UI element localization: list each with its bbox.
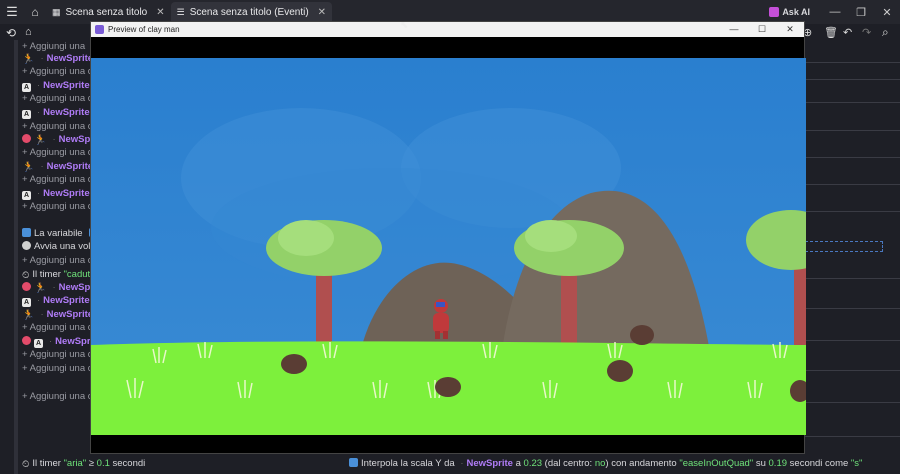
close-icon[interactable]: ✕ [318, 7, 326, 18]
row-divider [805, 370, 900, 371]
undo-icon[interactable]: ↶ [843, 26, 852, 39]
add-condition-link[interactable]: + Aggiungi una c [22, 390, 93, 403]
events-icon: ☰ [176, 6, 185, 17]
mouse-cursor-icon: ⬉ [400, 20, 409, 31]
row-divider [805, 308, 900, 309]
timer-icon: ⏲ [22, 270, 30, 281]
event-gutter [14, 40, 18, 474]
run-icon: 🏃 [34, 135, 47, 146]
row-divider [805, 62, 900, 63]
stone [607, 360, 633, 382]
condition-row[interactable]: 🏃·NewSprite s [22, 308, 100, 321]
condition-row[interactable]: A·NewSprite h [22, 187, 98, 200]
close-icon[interactable]: ✕ [776, 24, 804, 35]
search-icon[interactable]: ⌕ [882, 25, 889, 40]
condition-row[interactable]: A·NewSprite h [22, 294, 98, 307]
row-divider [805, 130, 900, 131]
stone [281, 354, 307, 374]
close-window-icon[interactable]: ✕ [874, 6, 900, 19]
add-condition-link[interactable]: + Aggiungi una c [22, 362, 93, 375]
tab-scene-label: Scena senza titolo [65, 6, 148, 18]
invert-icon [22, 282, 31, 291]
stone [435, 377, 461, 397]
menu-icon[interactable]: ☰ [0, 4, 24, 20]
player-sprite [433, 299, 449, 339]
row-divider [805, 340, 900, 341]
condition-row[interactable]: A·NewSprite h [22, 79, 98, 92]
history-icon[interactable]: ⟲ [6, 26, 16, 40]
preview-window[interactable]: Preview of clay man — ☐ ✕ [90, 21, 806, 454]
add-condition-link[interactable]: + Aggiungi una c [22, 120, 93, 133]
maximize-icon[interactable]: ☐ [748, 24, 776, 35]
condition-row[interactable]: Avvia una volta [22, 240, 98, 253]
ai-icon [769, 7, 780, 17]
close-icon[interactable]: ✕ [156, 7, 164, 18]
add-condition-link[interactable]: + Aggiungi una c [22, 92, 93, 105]
row-divider [805, 278, 900, 279]
info-icon [22, 241, 31, 250]
minimize-icon[interactable]: — [822, 6, 848, 18]
condition-row[interactable]: ⏲ Il timer "caduta" [22, 268, 99, 281]
text-icon: A [22, 298, 31, 307]
text-icon: A [22, 110, 31, 119]
timer-icon: ⏲ [22, 459, 30, 470]
run-icon: 🏃 [22, 162, 35, 173]
trash-icon[interactable]: 🗑 [824, 26, 838, 39]
tab-events-label: Scena senza titolo (Eventi) [189, 6, 309, 18]
home-icon[interactable]: ⌂ [24, 5, 46, 19]
add-condition-link[interactable]: + Aggiungi una c [22, 254, 93, 267]
game-canvas[interactable] [91, 58, 806, 435]
add-condition-link[interactable]: + Aggiungi una c [22, 146, 93, 159]
row-divider [805, 102, 900, 103]
selected-row-outline [805, 241, 883, 252]
redo-icon[interactable]: ↷ [862, 26, 871, 39]
tween-action[interactable]: Interpola la scala Y da · NewSprite a 0.2… [349, 457, 862, 470]
row-divider [805, 157, 900, 158]
add-condition-link[interactable]: + Aggiungi una c [22, 200, 93, 213]
ask-ai-button[interactable]: Ask AI [769, 7, 810, 17]
game-scene [91, 58, 806, 435]
run-icon: 🏃 [22, 54, 35, 65]
app-icon [95, 25, 104, 34]
invert-icon [22, 336, 31, 345]
open-scene-icon[interactable]: ⌂ [25, 26, 32, 38]
row-divider [805, 402, 900, 403]
condition-row[interactable]: A·NewSprite h [22, 106, 98, 119]
row-divider [805, 184, 900, 185]
scene-icon: ▦ [52, 6, 61, 17]
tween-icon [349, 458, 358, 467]
variable-icon [22, 228, 31, 237]
preview-title-bar[interactable]: Preview of clay man — ☐ ✕ [91, 22, 804, 37]
stone [630, 325, 654, 345]
text-icon: A [22, 191, 31, 200]
invert-icon [22, 134, 31, 143]
text-icon: A [34, 339, 43, 348]
timer-condition[interactable]: ⏲ Il timer "aria" ≥ 0.1 secondi [22, 457, 145, 470]
tab-events[interactable]: ☰ Scena senza titolo (Eventi) ✕ [170, 2, 333, 22]
add-condition-link[interactable]: + Aggiungi una c [22, 173, 93, 186]
preview-title: Preview of clay man [108, 25, 180, 34]
condition-row[interactable]: 🏃·NewSprite s [22, 160, 100, 173]
cloud [211, 168, 571, 288]
row-divider [805, 211, 900, 212]
text-icon: A [22, 83, 31, 92]
row-divider [805, 436, 900, 437]
tab-scene[interactable]: ▦ Scena senza titolo ✕ [46, 2, 171, 22]
add-condition-link[interactable]: + Aggiungi una c [22, 65, 93, 78]
row-divider [805, 79, 900, 80]
add-condition-link[interactable]: + Aggiungi una c [22, 348, 93, 361]
run-icon: 🏃 [34, 283, 47, 294]
run-icon: 🏃 [22, 310, 35, 321]
add-condition-link[interactable]: + Aggiungi una c [22, 321, 93, 334]
minimize-icon[interactable]: — [720, 24, 748, 35]
restore-icon[interactable]: ❐ [848, 6, 874, 19]
